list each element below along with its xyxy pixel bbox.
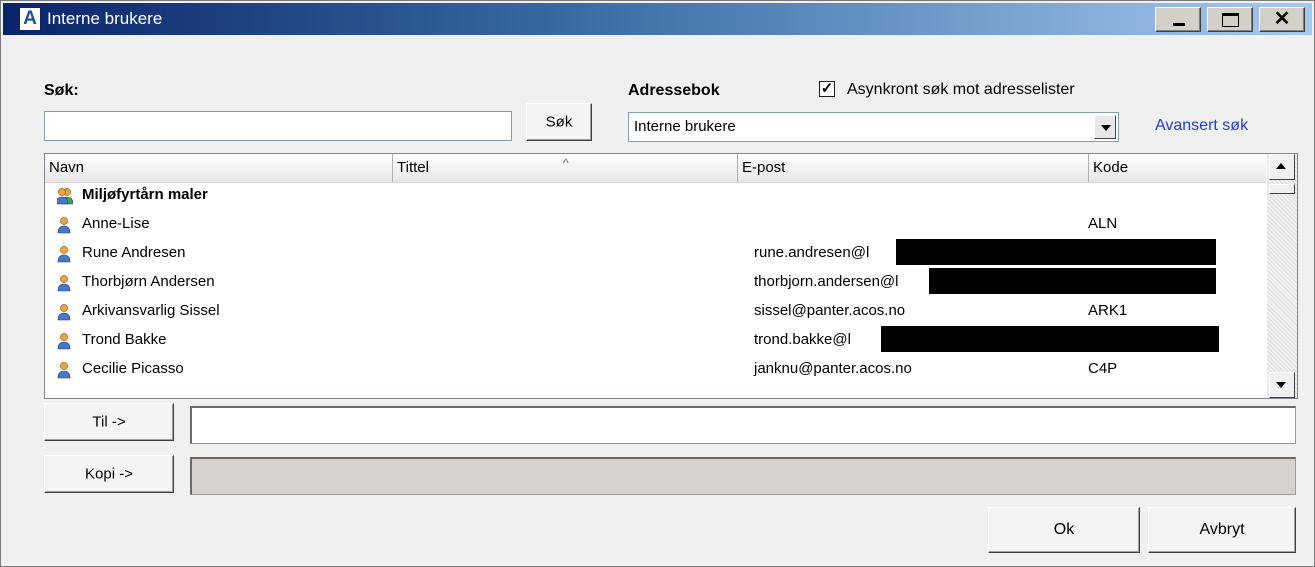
user-icon	[57, 246, 71, 263]
user-icon	[57, 362, 71, 379]
window-title: Interne brukere	[47, 9, 163, 28]
dropdown-arrow-button[interactable]	[1094, 115, 1116, 139]
close-button[interactable]: ✕	[1259, 7, 1305, 32]
column-header-name[interactable]: Navn	[45, 154, 389, 182]
user-icon	[57, 304, 71, 321]
redaction-block	[881, 326, 1219, 352]
user-icon	[57, 275, 71, 292]
ok-button-label: Ok	[1053, 521, 1075, 538]
to-button-label: Til ->	[92, 413, 126, 431]
arrow-down-icon	[1276, 382, 1286, 388]
table-row[interactable]: Miljøfyrtårn maler	[45, 184, 1266, 206]
addressbook-selected-value: Interne brukere	[634, 118, 736, 135]
title-bar[interactable]: A Interne brukere ✕	[3, 3, 1312, 35]
cell-name: Anne-Lise	[82, 215, 150, 232]
maximize-button[interactable]	[1207, 7, 1253, 32]
user-group-icon	[57, 188, 73, 205]
table-row[interactable]: Trond Bakke trond.bakke@l	[45, 326, 1266, 352]
cell-code: ALN	[1088, 215, 1118, 232]
user-list[interactable]: Navn Tittel ^ E-post Kode Miljøfyrtårn m…	[44, 153, 1298, 399]
addressbook-label: Adressebok	[628, 82, 720, 99]
chevron-down-icon	[1101, 125, 1111, 131]
dialog-window: A Interne brukere ✕ Søk: Søk Adressebok …	[0, 0, 1315, 567]
addressbook-select[interactable]: Interne brukere	[628, 112, 1119, 142]
maximize-icon	[1222, 13, 1239, 27]
cancel-button-label: Avbryt	[1199, 521, 1245, 538]
minimize-button[interactable]	[1155, 7, 1201, 32]
cell-name: Rune Andresen	[82, 244, 186, 261]
vertical-scrollbar[interactable]	[1267, 154, 1297, 398]
cc-input[interactable]	[190, 457, 1296, 495]
cell-name: Trond Bakke	[82, 331, 167, 348]
user-icon	[57, 333, 71, 350]
table-row[interactable]: Rune Andresen rune.andresen@l	[45, 239, 1266, 265]
cell-code: ARK1	[1088, 302, 1128, 319]
table-row[interactable]: Thorbjørn Andersen thorbjorn.andersen@l	[45, 268, 1266, 294]
redaction-block	[896, 239, 1216, 265]
table-row[interactable]: Anne-Lise ALN	[45, 213, 1266, 235]
async-search-checkbox[interactable]: ✓	[819, 80, 835, 97]
cell-name: Miljøfyrtårn maler	[82, 186, 208, 203]
cell-code: C4P	[1088, 360, 1118, 377]
user-icon	[57, 217, 71, 234]
cell-name: Arkivansvarlig Sissel	[82, 302, 220, 319]
scrollbar-thumb[interactable]	[1269, 184, 1295, 194]
column-header-code[interactable]: Kode	[1088, 154, 1263, 182]
cc-button[interactable]: Kopi ->	[44, 455, 174, 493]
checkmark-icon: ✓	[820, 80, 834, 97]
to-button[interactable]: Til ->	[44, 403, 174, 441]
search-label: Søk:	[44, 82, 79, 99]
search-button-label: Søk	[545, 113, 573, 131]
cell-email: thorbjorn.andersen@l	[754, 273, 899, 290]
redaction-block	[929, 268, 1216, 294]
arrow-up-icon	[1276, 163, 1286, 169]
app-icon: A	[19, 7, 41, 31]
to-input[interactable]	[190, 406, 1296, 444]
cell-name: Cecilie Picasso	[82, 360, 184, 377]
cell-email: trond.bakke@l	[754, 331, 851, 348]
ok-button[interactable]: Ok	[988, 507, 1140, 553]
table-row[interactable]: Arkivansvarlig Sissel sissel@panter.acos.…	[45, 300, 1266, 322]
advanced-search-link[interactable]: Avansert søk	[1155, 117, 1248, 135]
list-header: Navn Tittel ^ E-post Kode	[45, 154, 1266, 183]
cell-name: Thorbjørn Andersen	[82, 273, 215, 290]
search-button[interactable]: Søk	[526, 103, 592, 141]
minimize-icon	[1173, 23, 1185, 26]
cell-email: janknu@panter.acos.no	[754, 360, 912, 377]
cc-button-label: Kopi ->	[85, 465, 133, 483]
cell-email: sissel@panter.acos.no	[754, 302, 906, 319]
sort-ascending-icon: ^	[563, 156, 569, 170]
cancel-button[interactable]: Avbryt	[1148, 507, 1296, 553]
async-search-label: Asynkront søk mot adresselister	[847, 81, 1075, 98]
scroll-up-button[interactable]	[1269, 154, 1295, 180]
close-icon: ✕	[1273, 8, 1291, 30]
search-input[interactable]	[44, 111, 512, 141]
cell-email: rune.andresen@l	[754, 244, 870, 261]
scroll-down-button[interactable]	[1269, 372, 1295, 398]
table-row[interactable]: Cecilie Picasso janknu@panter.acos.no C4P	[45, 358, 1266, 380]
column-header-email[interactable]: E-post	[737, 154, 1087, 182]
